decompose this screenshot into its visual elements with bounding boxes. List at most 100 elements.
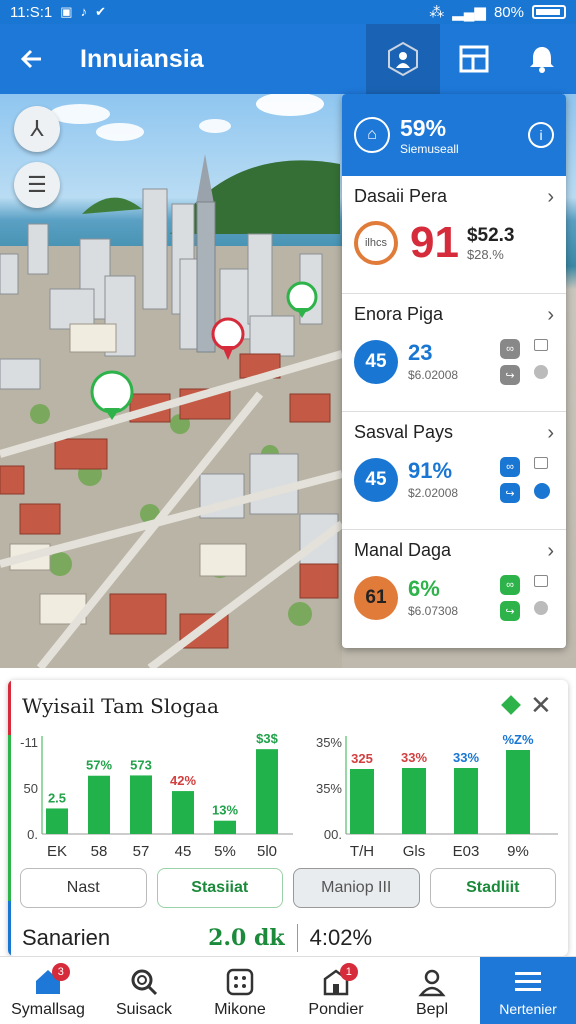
item-mid-number: 6% [408,576,440,601]
search-icon [131,969,158,996]
menu-button[interactable]: ☰ [14,162,60,208]
status-icons: ▣ ♪ ✔ [60,4,106,20]
bar [214,820,236,834]
bar-chart-left: -11 50 0. 2.5 EK 57% 58 573 57 42% 45 13% 5% $3$ 5l0 [20,732,293,860]
bar [256,749,278,834]
panel-item-1[interactable]: Dasaii Pera › ilhcs 91 $52.3 $28.% [342,176,566,294]
nav-label: Pondier [308,1001,364,1018]
bar [402,768,426,834]
y-tick-label: 0. [27,827,38,842]
profile-button[interactable] [366,24,440,94]
compass-button[interactable]: ⅄ [14,106,60,152]
directions-icon: ⅄ [30,116,44,141]
bar [172,791,194,834]
bar [46,808,68,834]
period-button-4[interactable]: Stadliit [429,868,556,908]
panel-item-4[interactable]: Manal Daga › 61 6% $6.07308 ∞ ↪ [342,530,566,648]
period-button-1[interactable]: Nast [20,868,147,908]
nav-item-more[interactable]: Nertenier [480,957,576,1024]
grid-icon [226,968,254,996]
y-tick-label: 35% [316,781,342,796]
notifications-button[interactable] [508,24,576,94]
panel-percent: 59% [400,114,447,141]
stats-card: Wyisail Tam Slogaa ✕ -11 50 0. 2.5 EK 57% 58 57… [8,680,568,956]
item-icons: ∞ ↪ [500,339,554,385]
summary-percent: 4:02% [309,925,373,950]
item-value-b: $28.% [466,246,504,262]
info-icon[interactable]: i [528,122,554,148]
nav-item-search[interactable]: Suisack [96,957,192,1024]
share-icon[interactable]: ↪ [500,601,520,621]
period-buttons: Nast Stasiiat Maniop III Stadliit [20,868,556,908]
data-label: 13% [212,803,238,818]
layout-icon [459,45,489,73]
data-label: $3$ [256,732,278,746]
share-icon[interactable]: ↪ [500,483,520,503]
item-icons: ∞ ↪ [500,575,554,621]
battery-icon [532,5,566,19]
nav-item-places[interactable]: 1 Pondier [288,957,384,1024]
item-mid-number: 91% [408,458,453,483]
x-tick-label: T/H [350,843,374,860]
panel-item-3[interactable]: Sasval Pays › 45 91% $2.02008 ∞ ↪ [342,412,566,530]
card-icon[interactable] [534,339,548,351]
link-icon[interactable]: ∞ [500,339,520,359]
bar [130,775,152,834]
item-value-a: $52.3 [466,224,515,246]
back-button[interactable] [0,24,64,94]
panel-header[interactable]: ⌂ 59% Siemuseall i [342,94,566,176]
badge-icon [388,41,418,77]
data-label: 57% [86,758,112,773]
share-icon[interactable]: ↪ [500,365,520,385]
close-icon[interactable]: ✕ [530,690,552,721]
chevron-right-icon: › [547,540,554,562]
nav-label: Suisack [115,1001,173,1018]
bar [350,769,374,834]
y-tick-label: 50 [24,781,38,796]
link-icon[interactable]: ∞ [500,575,520,595]
bar [454,768,478,834]
item-circle: 45 [354,458,398,502]
x-tick-label: Gls [403,843,426,860]
summary-row: Sanarien 2.0 dk 4:02% [22,924,562,952]
panel-item-title: Dasaii Pera [354,186,448,206]
item-sub-number: $6.02008 [408,368,459,382]
link-icon[interactable]: ∞ [500,457,520,477]
music-icon: ♪ [80,4,88,19]
summary-divider [296,924,298,952]
x-tick-label: 57 [133,843,150,860]
item-circle: ilhcs [354,221,398,265]
y-tick-label: 35% [316,735,342,750]
item-circle: 45 [354,340,398,384]
layout-button[interactable] [440,24,508,94]
data-label: 42% [170,773,196,788]
panel-item-2[interactable]: Enora Piga › 45 23 $6.02008 ∞ ↪ [342,294,566,412]
card-icon[interactable] [534,457,548,469]
period-button-3[interactable]: Maniop III [293,868,420,908]
card-icon[interactable] [534,575,548,587]
bar-chart-right: 35% 35% 00. 325 T/H 33% Gls 33% E03 %Z% 9% [316,732,558,860]
dot-icon[interactable] [534,365,548,379]
nav-item-home[interactable]: 3 Symallsag [0,957,96,1024]
x-tick-label: 9% [507,843,529,860]
app-bar: Innuiansia [0,24,576,94]
chevron-right-icon: › [547,304,554,326]
summary-label: Sanarien [22,925,111,950]
person-icon [418,969,446,997]
bell-icon [530,47,554,73]
chevron-right-icon: › [547,186,554,208]
bar [506,750,530,834]
nav-item-profile[interactable]: Bepl [384,957,480,1024]
dot-icon[interactable] [534,601,548,615]
cloud-icon[interactable] [534,483,550,499]
panel-item-title: Sasval Pays [354,422,454,442]
tag-icon[interactable] [501,695,521,715]
panel-item-title: Manal Daga [354,540,452,560]
data-label: 2.5 [48,790,66,805]
period-button-2[interactable]: Stasiiat [156,868,283,908]
nav-label: Mikone [214,1001,266,1018]
nav-item-apps[interactable]: Mikone [192,957,288,1024]
nav-badge: 1 [339,963,358,981]
x-tick-label: 5% [214,843,236,860]
signal-icon: ▂▄▆ [452,4,486,21]
